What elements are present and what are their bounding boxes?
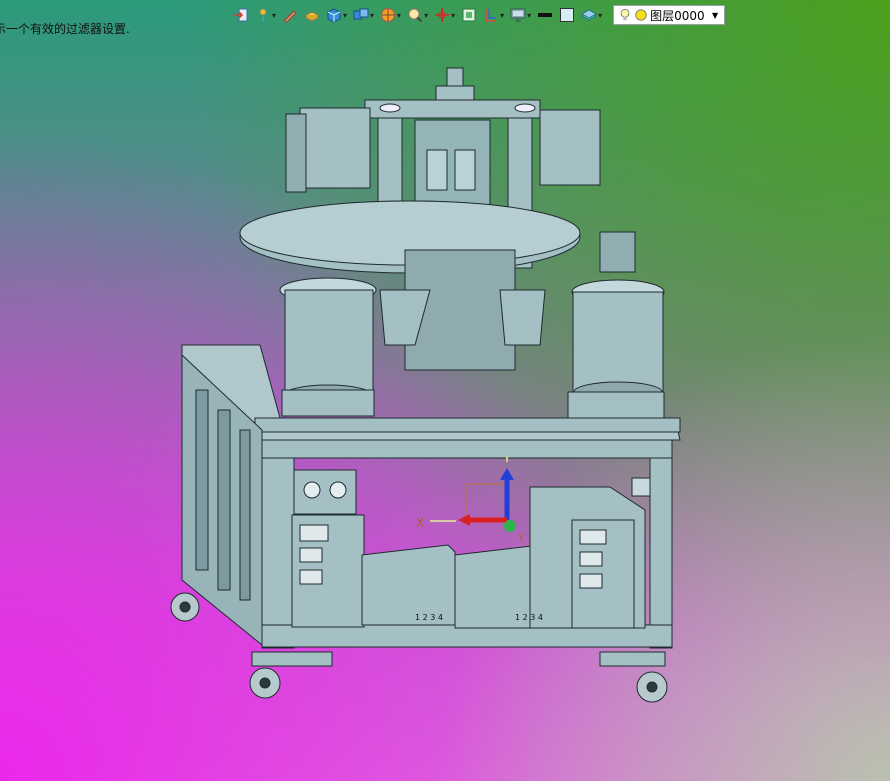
axis-triad[interactable]: X Y	[416, 456, 525, 544]
y-axis-knob	[504, 520, 516, 532]
axis-plane	[466, 483, 508, 521]
z-axis-arrowhead	[500, 468, 514, 480]
y-axis-label: Y	[517, 533, 525, 544]
x-axis-arrowhead	[458, 514, 470, 526]
model-viewport[interactable]: 1 2 3 4 1 2 3 4 X Y	[0, 0, 890, 781]
terminal-tag-left: 1 2 3 4	[415, 613, 443, 622]
x-axis-label: X	[416, 516, 424, 530]
machine-model	[170, 67, 681, 703]
terminal-tag-right: 1 2 3 4	[515, 613, 543, 622]
